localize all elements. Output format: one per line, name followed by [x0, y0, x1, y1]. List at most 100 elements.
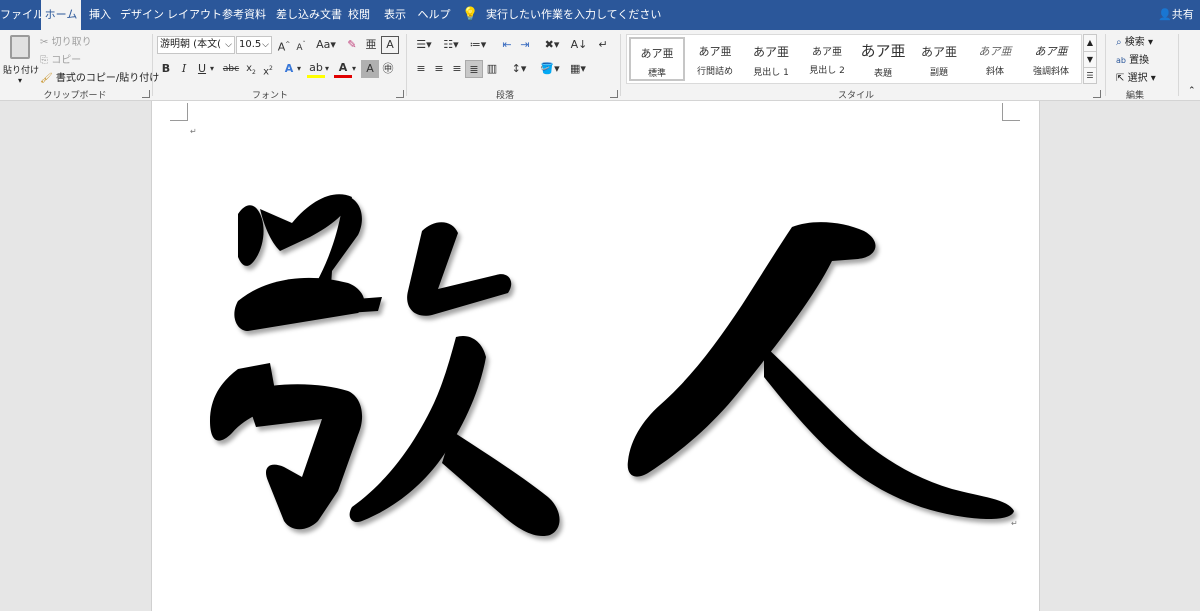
tab-review[interactable]: 校閲 [345, 0, 373, 30]
align-left-icon[interactable]: ≡ [412, 60, 430, 78]
tab-view[interactable]: 表示 [380, 0, 410, 30]
character-border-icon[interactable]: A [381, 36, 399, 54]
tab-layout[interactable]: レイアウト [167, 0, 222, 30]
find-label: 検索 [1124, 37, 1145, 48]
superscript-button[interactable]: x2 [259, 60, 277, 78]
style-sample: あア亜 [978, 45, 1012, 58]
chevron-down-icon[interactable]: ▾ [322, 60, 332, 78]
styles-gallery: あア亜 標準 あア亜 行間詰め あア亜 見出し 1 あア亜 見出し 2 あア亜 … [626, 34, 1082, 84]
share-label: 共有 [1171, 8, 1194, 21]
tab-mailings[interactable]: 差し込み文書 [274, 0, 344, 30]
style-subtitle[interactable]: あア亜 副題 [911, 37, 967, 81]
format-painter-button[interactable]: 🖌 書式のコピー/貼り付け [40, 69, 159, 84]
paste-button[interactable]: 貼り付け ▾ [3, 33, 39, 85]
distributed-icon[interactable]: ▥ [483, 60, 501, 78]
document-text: 敬 人 [152, 101, 153, 102]
style-intense-emphasis[interactable]: あア亜 強調斜体 [1023, 37, 1079, 81]
chevron-down-icon[interactable]: ▾ [207, 60, 217, 78]
document-page[interactable]: ↵ ↵ [151, 101, 1040, 611]
style-sample: あア亜 [752, 45, 789, 59]
tab-references[interactable]: 参考資料 [220, 0, 268, 30]
justify-icon[interactable]: ≣ [465, 60, 483, 78]
style-name: 斜体 [985, 67, 1004, 77]
chevron-up-icon[interactable]: ▲ [1084, 35, 1096, 51]
cut-button[interactable]: ✂ 切り取り [40, 33, 92, 48]
lightbulb-icon: 💡 [462, 7, 479, 22]
bullets-icon[interactable]: ☰▾ [412, 36, 436, 54]
tab-insert[interactable]: 挿入 [84, 0, 116, 30]
align-right-icon[interactable]: ≡ [448, 60, 466, 78]
styles-group-label: スタイル [837, 91, 874, 101]
style-normal[interactable]: あア亜 標準 [629, 37, 685, 81]
clipboard-icon [10, 35, 30, 59]
paintbrush-icon: 🖌 [40, 73, 53, 84]
select-button[interactable]: ⇱ 選択 ▾ [1116, 69, 1156, 84]
brush-stroke [349, 335, 486, 523]
styles-dialog-launcher[interactable] [1093, 90, 1101, 98]
bold-button[interactable]: B [157, 60, 175, 78]
increase-indent-icon[interactable]: ⇥ [516, 36, 534, 54]
copy-icon: ⎘ [40, 55, 48, 66]
ribbon-tab-bar: ファイル ホーム 挿入 デザイン レイアウト 参考資料 差し込み文書 校閲 表示… [0, 0, 1200, 30]
find-button[interactable]: ⌕ 検索 ▾ [1116, 33, 1153, 48]
font-dialog-launcher[interactable] [396, 90, 404, 98]
style-sample: あア亜 [698, 45, 732, 58]
phonetic-guide-icon[interactable]: 亜 [362, 36, 380, 54]
tell-me-box[interactable]: 💡 実行したい作業を入力してください [462, 0, 661, 30]
brush-stroke [244, 384, 363, 530]
divider [406, 34, 407, 96]
scissors-icon: ✂ [40, 37, 49, 48]
styles-scroller[interactable]: ▲ ▼ ☰ [1083, 34, 1097, 84]
chevron-down-icon[interactable]: ▾ [294, 60, 304, 78]
replace-button[interactable]: ab 置換 [1116, 51, 1149, 66]
sort-icon[interactable]: A↓ [570, 36, 588, 54]
tab-home[interactable]: ホーム [41, 0, 81, 30]
chevron-down-icon[interactable]: ▾ [349, 60, 359, 78]
enclose-characters-icon[interactable]: ㊥ [379, 60, 397, 78]
paragraph-dialog-launcher[interactable] [610, 90, 618, 98]
multilevel-list-icon[interactable]: ≔▾ [466, 36, 490, 54]
style-heading-2[interactable]: あア亜 見出し 2 [799, 37, 855, 81]
asian-layout-icon[interactable]: ✖▾ [540, 36, 564, 54]
chevron-down-icon[interactable]: ▼ [1084, 51, 1096, 67]
italic-button[interactable]: I [175, 60, 193, 78]
line-spacing-icon[interactable]: ↕▾ [507, 60, 531, 78]
style-emphasis[interactable]: あア亜 斜体 [967, 37, 1023, 81]
strikethrough-button[interactable]: abc [220, 60, 242, 78]
font-name-combo[interactable]: 游明朝 (本文( ⌵ [157, 36, 235, 54]
collapse-ribbon-icon[interactable]: ⌃ [1188, 86, 1196, 96]
tab-help[interactable]: ヘルプ [416, 0, 452, 30]
format-painter-label: 書式のコピー/貼り付け [55, 73, 160, 84]
copy-button[interactable]: ⎘ コピー [40, 51, 81, 66]
show-marks-icon[interactable]: ↵ [594, 36, 612, 54]
style-no-spacing[interactable]: あア亜 行間詰め [687, 37, 743, 81]
brush-stroke [234, 277, 365, 331]
share-button[interactable]: 👤共有 [1158, 0, 1194, 30]
shading-icon[interactable]: 🪣▾ [538, 60, 562, 78]
brush-stroke [442, 431, 560, 537]
select-label: 選択 [1127, 73, 1148, 84]
calligraphy-text [210, 194, 1014, 537]
style-title[interactable]: あア亜 表題 [855, 37, 911, 81]
borders-icon[interactable]: ▦▾ [566, 60, 590, 78]
clipboard-dialog-launcher[interactable] [142, 90, 150, 98]
more-icon[interactable]: ☰ [1084, 67, 1096, 83]
subscript-button[interactable]: x2 [242, 60, 260, 78]
grow-font-button[interactable]: A^ [275, 36, 293, 54]
character-shading-icon[interactable]: A [361, 60, 379, 78]
style-name: 行間詰め [696, 67, 733, 77]
numbering-icon[interactable]: ☷▾ [439, 36, 463, 54]
font-size-combo[interactable]: 10.5 ⌵ [236, 36, 272, 54]
divider [152, 34, 153, 96]
tab-file[interactable]: ファイル [0, 0, 44, 30]
shrink-font-button[interactable]: Aˇ [292, 36, 310, 54]
font-name-value: 游明朝 (本文( [160, 39, 221, 50]
replace-label: 置換 [1129, 55, 1150, 66]
align-center-icon[interactable]: ≡ [430, 60, 448, 78]
change-case-button[interactable]: Aa▾ [314, 36, 338, 54]
tab-design[interactable]: デザイン [120, 0, 164, 30]
clear-formatting-icon[interactable]: ✎ [343, 36, 361, 54]
style-heading-1[interactable]: あア亜 見出し 1 [743, 37, 799, 81]
replace-icon: ab [1116, 56, 1126, 65]
decrease-indent-icon[interactable]: ⇤ [498, 36, 516, 54]
